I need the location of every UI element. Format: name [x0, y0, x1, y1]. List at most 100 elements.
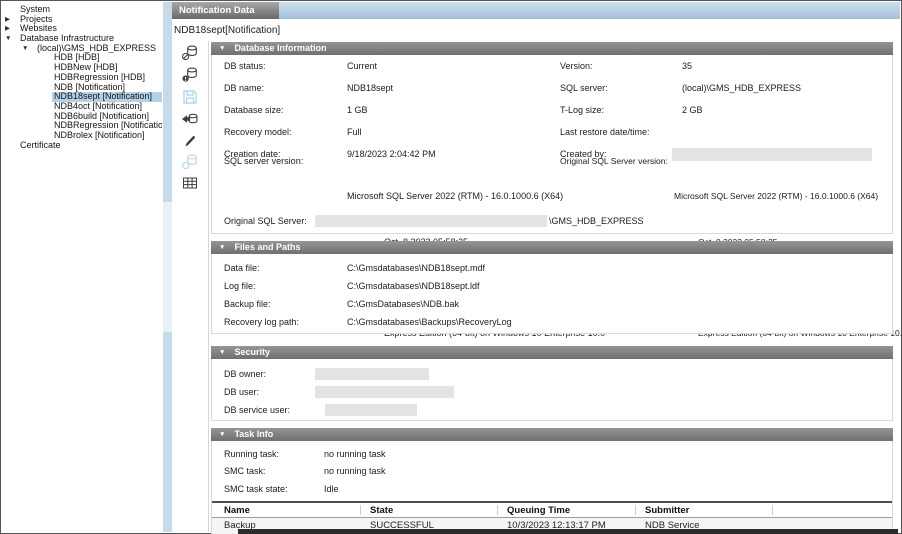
section-security: Security DB owner: DB user: DB service u…	[211, 346, 893, 421]
tree-item-hdbregression[interactable]: HDBRegression [HDB]	[2, 73, 162, 83]
chevron-down-icon[interactable]	[5, 34, 11, 44]
detach-database-button[interactable]	[181, 44, 199, 62]
section-header-security[interactable]: Security	[211, 346, 893, 359]
field-value: no running task	[324, 449, 386, 459]
column-header-state[interactable]: State	[370, 503, 393, 518]
connect-database-icon	[181, 153, 199, 171]
section-header-task-info[interactable]: Task Info	[211, 428, 893, 441]
tree-item-hdbnew[interactable]: HDBNew [HDB]	[2, 63, 162, 73]
section-body-files-and-paths: Data file:C:\Gmsdatabases\NDB18sept.mdf …	[211, 254, 893, 334]
field-label: DB status:	[224, 61, 266, 71]
chevron-right-icon[interactable]	[5, 24, 10, 34]
field-label: Recovery log path:	[224, 317, 299, 327]
tree-item-ndb6build[interactable]: NDB6build [Notification]	[2, 112, 162, 122]
tree-item-database-infrastructure[interactable]: Database Infrastructure	[2, 34, 162, 44]
field-label: DB name:	[224, 83, 264, 93]
field-value: no running task	[324, 466, 386, 476]
redacted-db-user	[315, 386, 454, 398]
tree-item-label: NDB18sept [Notification]	[54, 92, 152, 102]
field-value: C:\Gmsdatabases\NDB18sept.mdf	[347, 263, 485, 273]
tree-item-label: NDBrolex [Notification]	[54, 131, 145, 141]
redacted-db-owner	[315, 368, 429, 380]
scrollbar-thumb[interactable]	[163, 202, 172, 332]
restore-database-button[interactable]	[181, 110, 199, 128]
original-sql-server-suffix: \GMS_HDB_EXPRESS	[549, 216, 644, 228]
save-button[interactable]	[181, 88, 199, 106]
section-body-database-information: DB status:Current DB name:NDB18sept Data…	[211, 55, 893, 234]
detach-database-icon	[181, 44, 199, 62]
field-label: SMC task state:	[224, 484, 288, 494]
app-window: { "sidebar": { "items": [ {"label": "Sys…	[0, 0, 902, 534]
section-title: Database Information	[234, 43, 326, 53]
collapse-triangle-icon	[219, 346, 225, 359]
tree-item-ndbrolex[interactable]: NDBrolex [Notification]	[2, 131, 162, 141]
collapse-triangle-icon	[219, 42, 225, 55]
field-label: Recovery model:	[224, 127, 292, 137]
tree-item-hdb[interactable]: HDB [HDB]	[2, 53, 162, 63]
tree-item-certificate[interactable]: Certificate	[2, 141, 162, 151]
collapse-triangle-icon	[219, 241, 225, 254]
column-header-queuing-time[interactable]: Queuing Time	[507, 503, 570, 518]
tree-item-local-server[interactable]: (local)\GMS_HDB_EXPRESS	[2, 44, 162, 54]
field-value: Full	[347, 127, 362, 137]
field-value: C:\Gmsdatabases\NDB18sept.ldf	[347, 281, 480, 291]
field-label: Running task:	[224, 449, 279, 459]
field-label: Data file:	[224, 263, 260, 273]
tree-item-websites[interactable]: Websites	[2, 24, 162, 34]
tree-item-label: NDB6build [Notification]	[54, 112, 149, 122]
redacted-server-name	[315, 215, 547, 227]
field-label: DB owner:	[224, 369, 266, 379]
horizontal-scrollbar-thumb[interactable]	[238, 529, 898, 534]
section-title: Security	[234, 347, 270, 357]
tree-item-projects[interactable]: Projects	[2, 15, 162, 25]
tree-item-label: NDB [Notification]	[54, 83, 125, 93]
tree-item-label: Projects	[20, 15, 53, 25]
column-separator	[635, 505, 636, 515]
tab-strip: Notification Data	[172, 2, 900, 19]
chevron-right-icon[interactable]	[5, 15, 10, 25]
tree-vertical-scrollbar[interactable]	[163, 2, 172, 532]
section-header-files-and-paths[interactable]: Files and Paths	[211, 241, 893, 254]
main-panel: Notification Data NDB18sept[Notification…	[172, 2, 900, 532]
field-value: Idle	[324, 484, 339, 494]
section-body-security: DB owner: DB user: DB service user:	[211, 359, 893, 421]
tree-item-ndb[interactable]: NDB [Notification]	[2, 83, 162, 93]
edit-pencil-icon	[181, 132, 199, 150]
field-value: C:\Gmsdatabases\Backups\RecoveryLog	[347, 317, 512, 327]
section-task-info: Task Info Running task: no running task S…	[211, 428, 893, 534]
edit-button[interactable]	[181, 132, 199, 150]
tree-item-ndbregression[interactable]: NDBRegression [Notification]	[2, 121, 162, 131]
collapse-triangle-icon	[219, 428, 225, 441]
attach-database-button[interactable]	[181, 66, 199, 84]
connect-database-button[interactable]	[181, 153, 199, 171]
tree-item-system[interactable]: System	[2, 5, 162, 15]
column-header-name[interactable]: Name	[224, 503, 250, 518]
field-label: SQL server:	[560, 83, 608, 93]
section-header-database-information[interactable]: Database Information	[211, 42, 893, 55]
field-value: C:\GmsDatabases\NDB.bak	[347, 299, 459, 309]
attach-database-icon	[181, 66, 199, 84]
tree-item-label: System	[20, 5, 50, 15]
tree-item-ndb4oct[interactable]: NDB4oct [Notification]	[2, 102, 162, 112]
column-header-submitter[interactable]: Submitter	[645, 503, 689, 518]
detail-content: Database Information DB status:Current D…	[211, 41, 893, 532]
field-label: T-Log size:	[560, 105, 604, 115]
field-label: Backup file:	[224, 299, 271, 309]
section-title: Task Info	[234, 429, 273, 439]
tree-item-ndb18sept-selected[interactable]: NDB18sept [Notification]	[2, 92, 162, 102]
field-label: Original SQL Server:	[224, 216, 307, 226]
tree-item-label: HDBRegression [HDB]	[54, 73, 145, 83]
field-label: Last restore date/time:	[560, 127, 650, 137]
tree-item-label: Certificate	[20, 141, 61, 151]
field-value: (local)\GMS_HDB_EXPRESS	[682, 83, 801, 93]
tab-notification-data[interactable]: Notification Data	[172, 2, 279, 19]
navigation-tree: System Projects Websites Database Infras…	[2, 2, 162, 532]
chevron-down-icon[interactable]	[22, 44, 28, 54]
section-body-task-info: Running task:no running task SMC task:no…	[211, 441, 893, 534]
column-separator	[360, 505, 361, 515]
field-label: Version:	[560, 61, 593, 71]
field-label: Log file:	[224, 281, 256, 291]
table-view-button[interactable]	[181, 174, 199, 192]
tree-item-label: Database Infrastructure	[20, 34, 114, 44]
field-label: Database size:	[224, 105, 284, 115]
